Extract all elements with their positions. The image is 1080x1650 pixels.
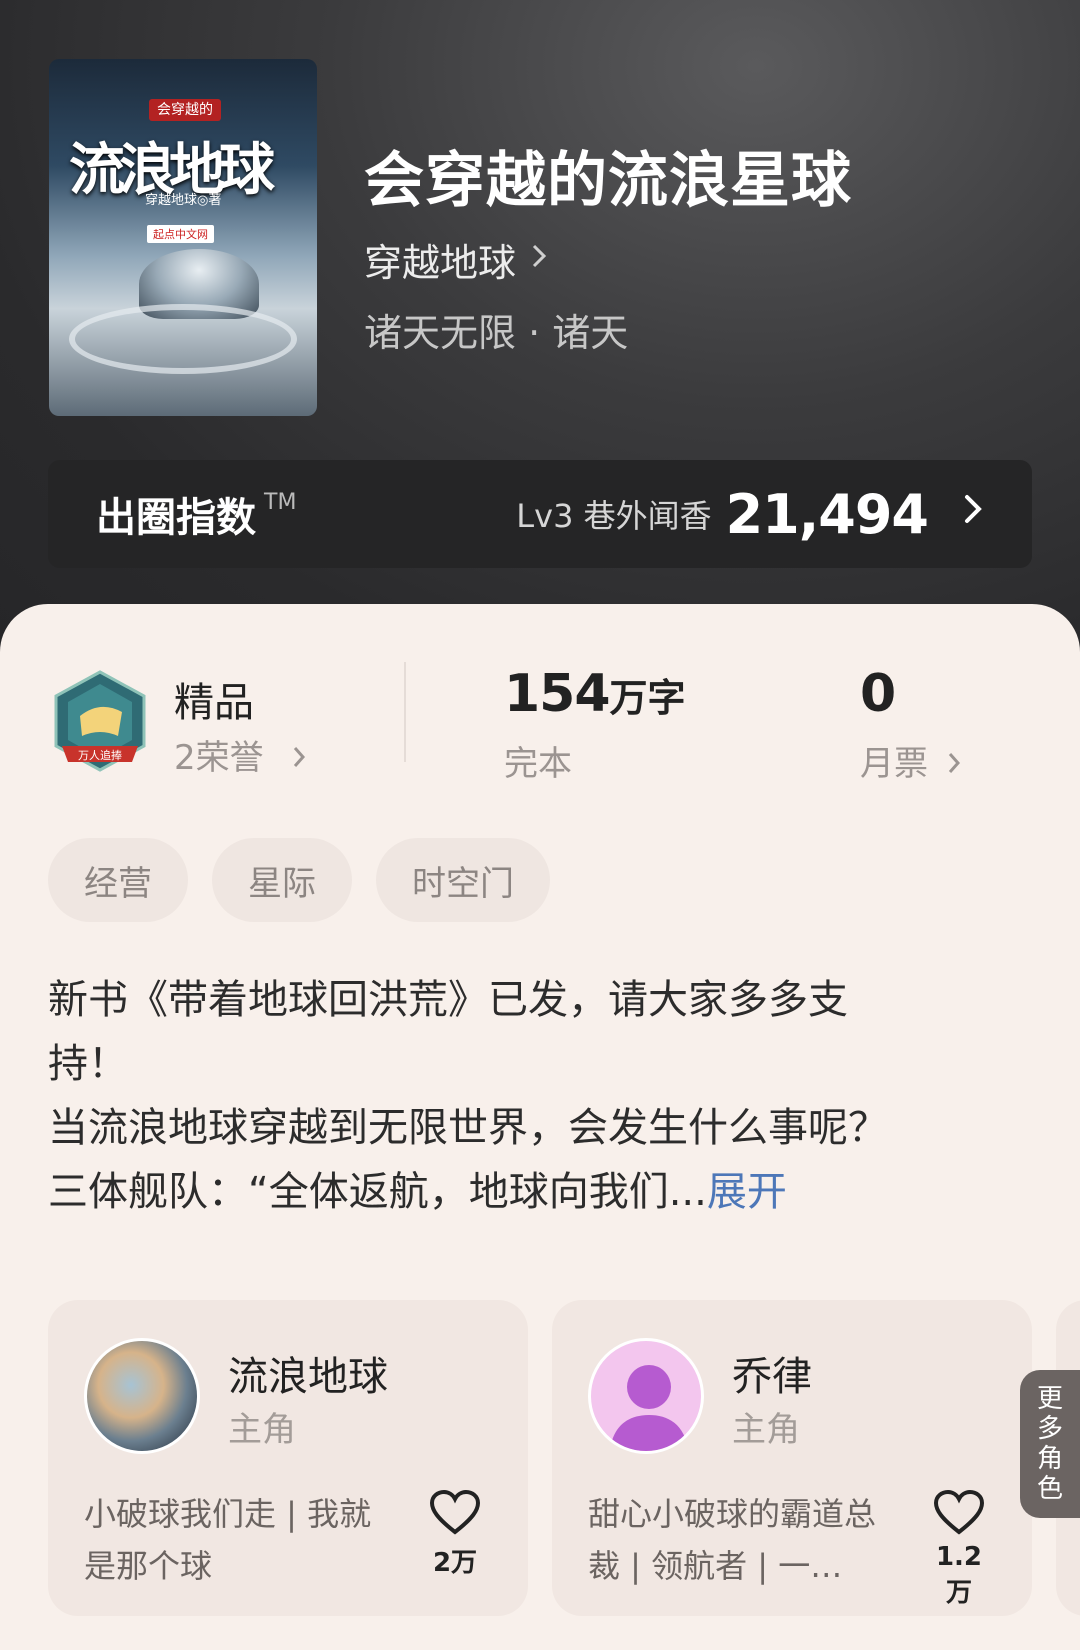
- index-score: 21,494: [725, 482, 929, 546]
- more-roles-char: 色: [1036, 1474, 1063, 1504]
- character-name: 流浪地球: [228, 1354, 388, 1400]
- popularity-index-bar[interactable]: 出圈指数 TM Lv3 巷外闻香 21,494: [48, 460, 1032, 568]
- heart-icon: [429, 1489, 481, 1535]
- honor-title: 精品: [174, 680, 254, 726]
- more-roles-char: 更: [1036, 1384, 1063, 1414]
- character-desc: 甜心小破球的霸道总裁 | 领航者 | 一…: [588, 1495, 877, 1585]
- expand-link[interactable]: 展开: [707, 1169, 787, 1215]
- description-line: 三体舰队：“全体返航，地球向我们...展开: [48, 1160, 1008, 1224]
- cover-ring: [69, 304, 297, 374]
- description-last-line: 三体舰队：“全体返航，地球向我们...: [48, 1169, 707, 1215]
- honor-link[interactable]: 2荣誉: [174, 730, 306, 779]
- honor-count: 2荣誉: [174, 738, 264, 778]
- stats-divider: [404, 662, 406, 762]
- completion-status: 完本: [504, 744, 572, 784]
- monthly-tickets-label: 月票: [860, 744, 928, 784]
- character-role: 主角: [732, 1410, 800, 1450]
- like-count: 1.2万: [935, 1542, 983, 1608]
- book-header: 会穿越的 流浪地球 穿越地球◎著 起点中文网 会穿越的流浪星球 穿越地球 诸天无…: [0, 0, 1080, 660]
- description-line: 新书《带着地球回洪荒》已发，请大家多多支: [48, 977, 848, 1023]
- word-count: 154万字: [504, 664, 686, 724]
- more-roles-char: 角: [1036, 1444, 1063, 1474]
- character-name: 乔律: [732, 1354, 812, 1400]
- more-characters-button[interactable]: 更 多 角 色: [1020, 1370, 1080, 1518]
- character-card[interactable]: 乔律 主角 甜心小破球的霸道总裁 | 领航者 | 一… 1.2万: [552, 1300, 1032, 1616]
- author-name: 穿越地球: [364, 241, 517, 285]
- tag-chip[interactable]: 星际: [212, 838, 352, 922]
- character-desc: 小破球我们走 | 我就是那个球: [84, 1495, 372, 1585]
- character-avatar: [588, 1338, 704, 1454]
- cover-publisher: 起点中文网: [147, 225, 214, 243]
- like-button[interactable]: 1.2万: [924, 1489, 994, 1609]
- badge-text: 万人追捧: [78, 748, 122, 762]
- word-count-unit: 万字: [609, 676, 686, 720]
- book-cover[interactable]: 会穿越的 流浪地球 穿越地球◎著 起点中文网: [49, 59, 317, 416]
- trademark-mark: TM: [264, 490, 297, 515]
- character-role: 主角: [228, 1410, 296, 1450]
- chevron-right-icon: [292, 738, 306, 778]
- book-title: 会穿越的流浪星球: [364, 146, 852, 216]
- more-roles-char: 多: [1036, 1414, 1063, 1444]
- description-line: 持！: [48, 1041, 128, 1087]
- description-line: 当流浪地球穿越到无限世界，会发生什么事呢？: [48, 1105, 888, 1151]
- author-link[interactable]: 穿越地球: [364, 232, 548, 287]
- book-description[interactable]: 新书《带着地球回洪荒》已发，请大家多多支 持！ 当流浪地球穿越到无限世界，会发生…: [48, 968, 1008, 1224]
- character-card[interactable]: 流浪地球 主角 小破球我们走 | 我就是那个球 2万: [48, 1300, 528, 1616]
- monthly-tickets-count: 0: [860, 664, 897, 724]
- word-count-number: 154: [504, 664, 611, 724]
- genre-label: 诸天无限 · 诸天: [364, 311, 629, 355]
- index-level: Lv3 巷外闻香: [516, 497, 712, 535]
- heart-icon: [933, 1489, 985, 1535]
- chevron-right-icon: [947, 744, 961, 784]
- honor-badge-icon[interactable]: 万人追捧: [52, 670, 148, 776]
- chevron-right-icon: [530, 242, 548, 278]
- tag-chip[interactable]: 时空门: [376, 838, 550, 922]
- chevron-right-icon: [962, 491, 984, 537]
- character-avatar: [84, 1338, 200, 1454]
- tag-list: 经营 星际 时空门: [48, 838, 550, 922]
- like-button[interactable]: 2万: [420, 1489, 490, 1579]
- cover-author: 穿越地球◎著: [145, 193, 222, 208]
- tag-chip[interactable]: 经营: [48, 838, 188, 922]
- monthly-tickets-link[interactable]: 月票: [860, 736, 961, 785]
- like-count: 2万: [432, 1548, 478, 1578]
- index-label: 出圈指数: [96, 495, 256, 541]
- cover-small-title: 会穿越的: [149, 99, 221, 121]
